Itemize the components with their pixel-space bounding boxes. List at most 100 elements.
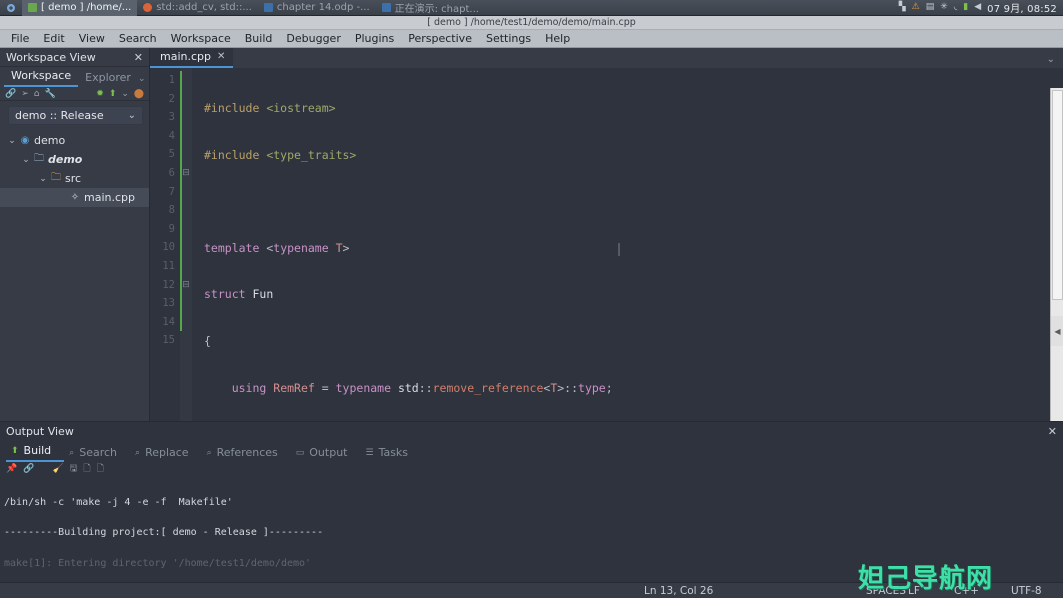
build-icon: ⬆ bbox=[11, 445, 19, 456]
tab-references-label: References bbox=[216, 446, 278, 459]
run-icon[interactable]: ✹ bbox=[96, 89, 104, 99]
close-icon[interactable]: ✕ bbox=[134, 51, 143, 64]
line-number: 9 bbox=[168, 222, 175, 235]
chevron-down-icon[interactable]: ⌄ bbox=[6, 136, 18, 146]
line-number: 6 bbox=[168, 166, 175, 179]
chevron-down-icon[interactable]: ⌄ bbox=[37, 174, 49, 184]
tab-output[interactable]: ▭ Output bbox=[291, 445, 361, 462]
start-menu-icon[interactable] bbox=[0, 0, 22, 16]
indent-mode[interactable]: SPACES bbox=[866, 585, 906, 597]
line-number: 1 bbox=[168, 74, 175, 86]
log-line: ---------Building project:[ demo - Relea… bbox=[4, 527, 324, 539]
build-log[interactable]: /bin/sh -c 'make -j 4 -e -f Makefile' --… bbox=[0, 475, 1063, 598]
tab-tasks[interactable]: ☰ Tasks bbox=[360, 445, 421, 462]
cursor-position[interactable]: Ln 13, Col 26 bbox=[644, 585, 713, 597]
menu-edit[interactable]: Edit bbox=[36, 31, 71, 46]
search-icon: ⌕ bbox=[206, 447, 212, 458]
line-number: 11 bbox=[162, 259, 175, 272]
menu-view[interactable]: View bbox=[72, 31, 112, 46]
menu-file[interactable]: File bbox=[4, 31, 36, 46]
network-icon[interactable]: ▚ bbox=[899, 3, 906, 12]
editor-vertical-scrollbar[interactable]: ◀ bbox=[1050, 88, 1063, 441]
wrench-icon[interactable]: 🔧 bbox=[44, 89, 55, 99]
save-icon[interactable]: 🖫 bbox=[70, 461, 78, 477]
editor-tab-maincpp[interactable]: main.cpp ✕ bbox=[150, 48, 234, 68]
system-tray: ▚ ⚠ ▤ ✳ ◟ ▮ ◀ 07 9月, 08:52 bbox=[899, 0, 1063, 16]
code-line: #include <type_traits> bbox=[204, 147, 357, 162]
code-area: 1 2 3 4 5 6 7 8 9 10 11 12 13 14 15 ⊟ ⊟ … bbox=[150, 68, 1063, 581]
taskbar-item-1-label: std::add_cv, std::... bbox=[156, 2, 252, 13]
copy-icon[interactable]: 🗋 bbox=[83, 461, 90, 477]
taskbar-item-3[interactable]: 正在演示: chapt... bbox=[376, 0, 485, 16]
language-mode[interactable]: C++ bbox=[954, 585, 979, 597]
tab-build[interactable]: ⬆ Build bbox=[6, 443, 65, 462]
list-icon: ☰ bbox=[365, 447, 374, 458]
menu-perspective[interactable]: Perspective bbox=[401, 31, 479, 46]
warning-icon[interactable]: ⚠ bbox=[912, 3, 920, 12]
taskbar-item-2[interactable]: chapter 14.odp -... bbox=[258, 0, 376, 16]
close-icon[interactable]: ✕ bbox=[217, 51, 225, 62]
tree-item-project[interactable]: ⌄ ◉ demo bbox=[0, 131, 149, 150]
home-icon[interactable]: ⌂ bbox=[34, 89, 40, 99]
scrollbar-thumb[interactable] bbox=[1052, 90, 1063, 300]
tree-item-file-maincpp[interactable]: ✧ main.cpp bbox=[0, 188, 149, 207]
keyboard-icon[interactable]: ▤ bbox=[926, 3, 935, 12]
menu-build[interactable]: Build bbox=[238, 31, 280, 46]
code-line: #include <iostream> bbox=[204, 101, 336, 115]
workspace-view-tabs: Workspace Explorer ⌄ bbox=[0, 67, 149, 87]
collapse-arrow-icon[interactable]: ◀ bbox=[1051, 316, 1063, 346]
volume-icon[interactable]: ◀ bbox=[974, 3, 981, 12]
tab-search[interactable]: ⌕ Search bbox=[64, 445, 130, 462]
link-icon[interactable]: 🔗 bbox=[5, 89, 16, 99]
bluetooth-icon[interactable]: ✳ bbox=[940, 3, 948, 12]
build-icon[interactable]: ⬆ bbox=[109, 89, 117, 99]
chevron-down-icon-build[interactable]: ⌄ bbox=[121, 89, 129, 99]
tab-replace[interactable]: ⌕ Replace bbox=[130, 445, 202, 462]
taskbar-item-1-icon bbox=[143, 3, 153, 12]
line-ending-mode[interactable]: LF bbox=[908, 585, 920, 597]
menu-workspace[interactable]: Workspace bbox=[164, 31, 238, 46]
menu-settings[interactable]: Settings bbox=[479, 31, 538, 46]
close-icon[interactable]: ✕ bbox=[1048, 425, 1057, 438]
chevron-down-icon[interactable]: ⌄ bbox=[1047, 54, 1063, 68]
taskbar-item-1[interactable]: std::add_cv, std::... bbox=[137, 0, 258, 16]
line-number: 2 bbox=[168, 92, 175, 105]
taskbar-item-2-icon bbox=[263, 3, 273, 12]
workspace-view-title: Workspace View bbox=[6, 50, 96, 64]
tray-clock[interactable]: 07 9月, 08:52 bbox=[987, 0, 1057, 15]
taskbar-item-0[interactable]: [ demo ] /home/... bbox=[22, 0, 138, 16]
menu-debugger[interactable]: Debugger bbox=[279, 31, 347, 46]
build-config-selector[interactable]: demo :: Release ⌄ bbox=[8, 106, 143, 125]
os-taskbar: [ demo ] /home/... std::add_cv, std::...… bbox=[0, 0, 1063, 16]
clear-icon[interactable]: 🧹 bbox=[52, 464, 63, 474]
tab-explorer[interactable]: Explorer bbox=[78, 70, 138, 87]
menu-search[interactable]: Search bbox=[112, 31, 164, 46]
editor-tab-label: main.cpp bbox=[160, 50, 211, 63]
chevron-down-icon[interactable]: ⌄ bbox=[138, 74, 151, 87]
wifi-icon[interactable]: ◟ bbox=[954, 3, 958, 12]
code-text[interactable]: #include <iostream> #include <type_trait… bbox=[196, 68, 1063, 581]
tab-references[interactable]: ⌕ References bbox=[202, 445, 291, 462]
tree-item-folder-src-label: src bbox=[65, 172, 82, 185]
menu-plugins[interactable]: Plugins bbox=[348, 31, 401, 46]
tab-workspace[interactable]: Workspace bbox=[4, 68, 79, 87]
line-number: 4 bbox=[168, 129, 175, 142]
chevron-down-icon[interactable]: ⌄ bbox=[20, 155, 32, 165]
pin-icon[interactable]: 📌 bbox=[6, 464, 17, 474]
tree-item-folder-demo[interactable]: ⌄ 🗀 demo bbox=[0, 150, 149, 169]
taskbar-item-0-label: [ demo ] /home/... bbox=[41, 2, 132, 13]
link-icon[interactable]: 🔗 bbox=[23, 464, 34, 474]
send-icon[interactable]: ➢ bbox=[21, 89, 29, 99]
main-body: Workspace View ✕ Workspace Explorer ⌄ 🔗 … bbox=[0, 48, 1063, 598]
fold-toggle-icon[interactable]: ⊟ bbox=[182, 164, 190, 183]
menu-help[interactable]: Help bbox=[538, 31, 577, 46]
tree-item-folder-src[interactable]: ⌄ 🗀 src bbox=[0, 169, 149, 188]
fold-margin[interactable]: ⊟ ⊟ bbox=[180, 68, 192, 421]
encoding-mode[interactable]: UTF-8 bbox=[1011, 585, 1042, 597]
taskbar-item-3-label: 正在演示: chapt... bbox=[394, 4, 479, 15]
stop-icon[interactable]: ⬤ bbox=[134, 89, 144, 99]
copy-all-icon[interactable]: 🗋 bbox=[97, 461, 104, 477]
fold-toggle-icon[interactable]: ⊟ bbox=[182, 276, 190, 295]
search-icon: ⌕ bbox=[69, 447, 75, 458]
battery-icon[interactable]: ▮ bbox=[963, 3, 968, 12]
